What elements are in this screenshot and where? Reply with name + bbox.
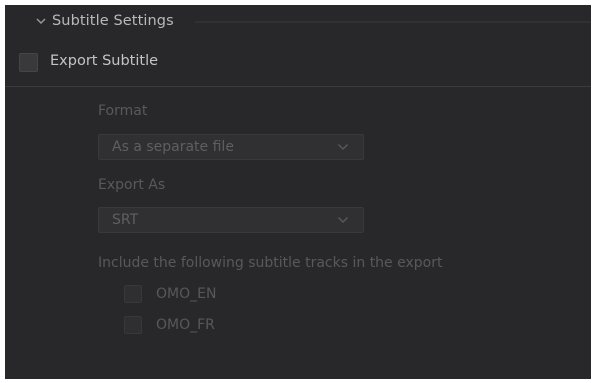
track-checkbox-omo-en[interactable] bbox=[124, 285, 142, 303]
export-subtitle-label: Export Subtitle bbox=[50, 53, 159, 69]
export-as-value: SRT bbox=[112, 212, 139, 228]
export-subtitle-checkbox[interactable] bbox=[19, 53, 38, 72]
chevron-down-icon[interactable] bbox=[35, 15, 47, 27]
subtitle-settings-header[interactable]: Subtitle Settings bbox=[5, 5, 591, 39]
track-checkbox-omo-fr[interactable] bbox=[124, 316, 142, 334]
export-as-dropdown[interactable]: SRT bbox=[98, 207, 364, 233]
tracks-label: Include the following subtitle tracks in… bbox=[98, 255, 443, 271]
section-title: Subtitle Settings bbox=[52, 13, 174, 29]
format-label: Format bbox=[98, 103, 148, 119]
chevron-down-icon bbox=[338, 144, 348, 150]
export-subtitle-row[interactable]: Export Subtitle bbox=[5, 45, 591, 81]
subtitle-settings-panel: Subtitle Settings Export Subtitle Format… bbox=[5, 5, 591, 379]
track-label-omo-fr: OMO_FR bbox=[156, 317, 215, 333]
chevron-down-icon bbox=[338, 217, 348, 223]
section-divider bbox=[5, 86, 591, 87]
format-value: As a separate file bbox=[112, 139, 234, 155]
export-as-label: Export As bbox=[98, 177, 166, 193]
header-divider bbox=[195, 21, 591, 23]
track-label-omo-en: OMO_EN bbox=[156, 286, 217, 302]
format-dropdown[interactable]: As a separate file bbox=[98, 134, 364, 160]
